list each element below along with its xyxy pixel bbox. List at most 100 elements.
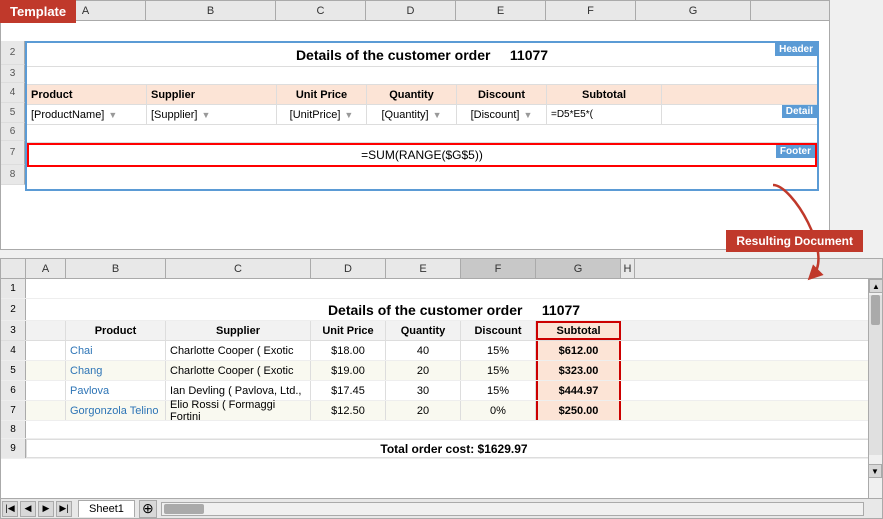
row-num-3: 3 [1,65,25,83]
col-header-d: D [366,1,456,20]
row-num-7: 7 [1,141,25,165]
result-rownum-2: 2 [1,299,26,320]
result-rownum-1: 1 [1,279,26,298]
template-formula: =SUM(RANGE($G$5)) [29,148,815,162]
scroll-track [869,295,882,455]
result-section: A B C D E F G H 1 2 Details of the custo… [0,258,883,519]
result-col-c: C [166,259,311,278]
result-col-a: A [26,259,66,278]
template-unitprice-header: Unit Price [277,85,367,104]
sheet-nav-last[interactable]: ▶| [56,501,72,517]
result-supplier-header: Supplier [166,321,311,340]
result-subtotal-header: Subtotal [536,321,621,340]
header-label-badge: Header [775,43,817,56]
result-rownum-7: 7 [1,401,26,420]
sheet-nav-prev[interactable]: ◀ [20,501,36,517]
result-unitprice-5: $19.00 [311,361,386,380]
result-quantity-7: 20 [386,401,461,420]
template-title-row: Details of the customer order 11077 [27,43,817,67]
footer-label-badge: Footer [776,145,815,158]
result-data-row: 7 Gorgonzola Telino Elio Rossi ( Formagg… [1,401,882,421]
template-row-numbers: 2 3 4 5 6 7 8 [1,41,25,185]
template-section: A B C D E F G Header Details of the cust… [0,0,830,250]
template-subtotal-header: Subtotal [547,85,662,104]
result-product-header: Product [66,321,166,340]
result-rownum-6: 6 [1,381,26,400]
template-order-number: 11077 [510,47,548,63]
sheet-nav-btns: |◀ ◀ ▶ ▶| [1,500,73,518]
result-subtotal-6: $444.97 [536,381,621,400]
result-quantity-4: 40 [386,341,461,360]
col-header-c: C [276,1,366,20]
scroll-up-btn[interactable]: ▲ [869,279,883,293]
result-row3-a [26,321,66,340]
result-subtotal-7: $250.00 [536,401,621,420]
result-discount-6: 15% [461,381,536,400]
result-row-num-header [1,259,26,278]
result-supplier-7: Elio Rossi ( Formaggi Fortini [166,401,311,420]
result-discount-5: 15% [461,361,536,380]
result-row1: 1 [1,279,882,299]
col-header-e: E [456,1,546,20]
result-row3-headers: 3 Product Supplier Unit Price Quantity D… [1,321,882,341]
result-supplier-4: Charlotte Cooper ( Exotic [166,341,311,360]
template-title: Details of the customer order [296,47,491,63]
result-unitprice-4: $18.00 [311,341,386,360]
result-rownum-4: 4 [1,341,26,360]
row-num-5: 5 [1,103,25,123]
result-row3-h [621,321,635,340]
result-col-f: F [461,259,536,278]
sheet-nav-first[interactable]: |◀ [2,501,18,517]
result-discount-4: 15% [461,341,536,360]
result-rownum-9: 9 [1,439,26,458]
result-unitprice-header: Unit Price [311,321,386,340]
template-blue-area: Header Details of the customer order 110… [25,41,819,191]
result-total: Total order cost: $1629.97 [26,439,882,458]
col-header-b: B [146,1,276,20]
result-rownum-5: 5 [1,361,26,380]
result-product-7: Gorgonzola Telino [66,401,166,420]
result-discount-7: 0% [461,401,536,420]
template-quantity-field: [Quantity] ▼ [367,105,457,124]
template-badge: Template [0,0,76,23]
result-product-5: Chang [66,361,166,380]
template-product-field: [ProductName] ▼ [27,105,147,124]
result-row6-a [26,381,66,400]
template-supplier-header: Supplier [147,85,277,104]
result-order-number: 11077 [542,302,580,318]
result-subtotal-4: $612.00 [536,341,621,360]
row-num-4: 4 [1,83,25,103]
add-sheet-button[interactable]: ⊕ [139,500,157,518]
sheet-tabs-bar: |◀ ◀ ▶ ▶| Sheet1 ⊕ [1,498,882,518]
scroll-thumb[interactable] [871,295,880,325]
result-title-row: Details of the customer order 11077 [26,299,882,320]
result-discount-header: Discount [461,321,536,340]
template-discount-header: Discount [457,85,547,104]
result-data-row: 5 Chang Charlotte Cooper ( Exotic $19.00… [1,361,882,381]
result-row8-content [26,421,882,438]
row-num-2: 2 [1,41,25,65]
result-col-e: E [386,259,461,278]
result-rownum-8: 8 [1,421,26,438]
h-scrollbar[interactable] [161,502,864,516]
result-col-headers: A B C D E F G H [1,259,882,279]
result-unitprice-6: $17.45 [311,381,386,400]
result-supplier-6: Ian Devling ( Pavlova, Ltd., [166,381,311,400]
template-quantity-header: Quantity [367,85,457,104]
result-col-g: G [536,259,621,278]
result-data-row: 6 Pavlova Ian Devling ( Pavlova, Ltd., $… [1,381,882,401]
template-col-headers: A B C D E F G [1,1,829,21]
result-row5-a [26,361,66,380]
v-scrollbar[interactable]: ▲ ▼ [868,279,882,498]
result-title: Details of the customer order [328,302,523,318]
sheet1-tab[interactable]: Sheet1 [78,500,135,517]
scroll-down-btn[interactable]: ▼ [868,464,882,478]
col-header-g: G [636,1,751,20]
result-quantity-6: 30 [386,381,461,400]
template-discount-field: [Discount] ▼ [457,105,547,124]
sheet-nav-next[interactable]: ▶ [38,501,54,517]
result-row2: 2 Details of the customer order 11077 [1,299,882,321]
template-unitprice-field: [UnitPrice] ▼ [277,105,367,124]
result-subtotal-5: $323.00 [536,361,621,380]
result-row7-a [26,401,66,420]
